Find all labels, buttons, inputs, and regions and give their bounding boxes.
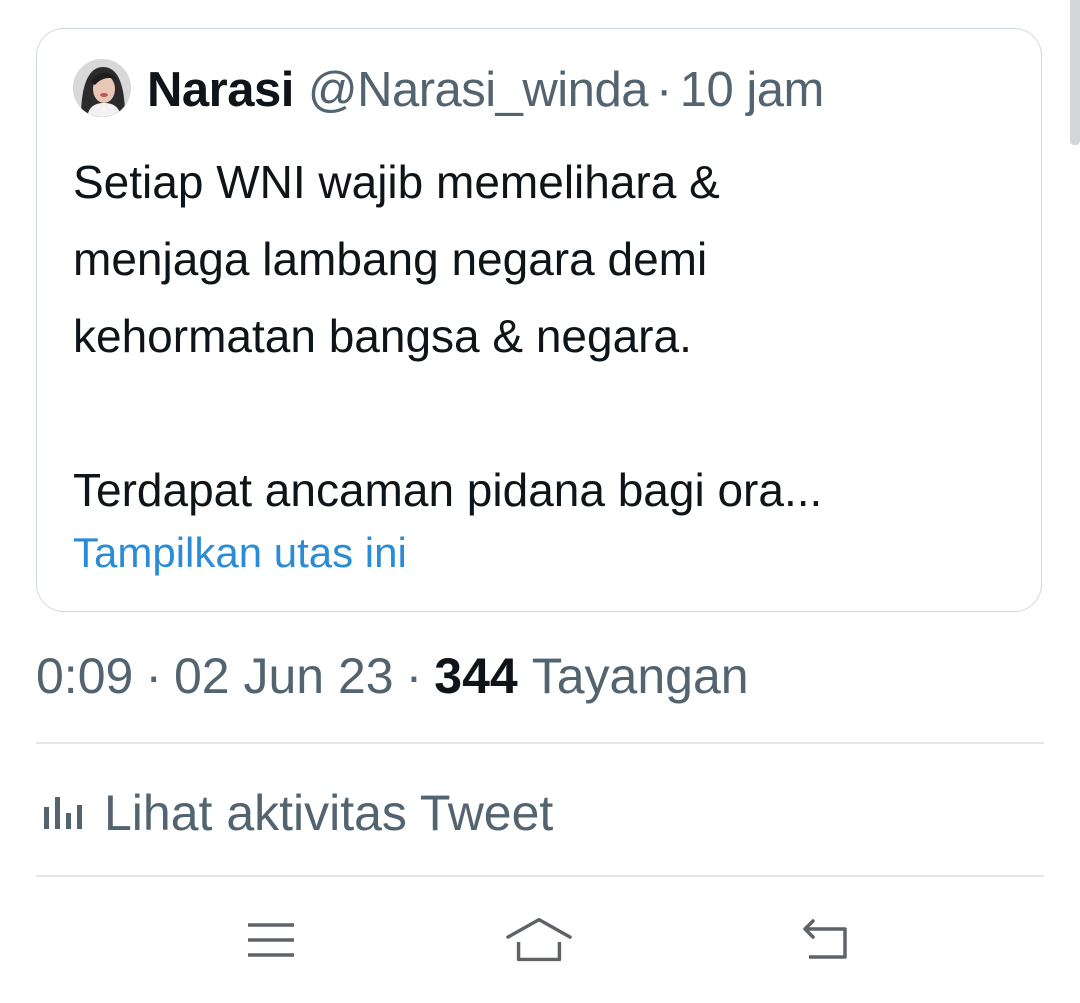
divider — [36, 875, 1044, 877]
nav-home-button[interactable] — [504, 910, 574, 970]
display-name[interactable]: Narasi — [147, 62, 294, 118]
views-label: Tayangan — [531, 648, 749, 704]
views-count: 344 — [434, 648, 518, 704]
activity-label: Lihat aktivitas Tweet — [104, 785, 554, 841]
avatar[interactable] — [73, 59, 131, 117]
separator-dot: · — [405, 648, 423, 704]
tweet-text-truncated: Terdapat ancaman pidana bagi ora... — [73, 464, 823, 516]
view-tweet-activity-button[interactable]: Lihat aktivitas Tweet — [40, 780, 553, 846]
bar-chart-icon — [44, 797, 82, 829]
avatar-image — [73, 59, 131, 117]
tweet-date[interactable]: 02 Jun 23 — [174, 647, 394, 705]
tweet-text-line: Setiap WNI wajib memelihara & — [73, 156, 720, 208]
nav-back-button[interactable] — [790, 910, 860, 970]
user-handle[interactable]: @Narasi_winda — [308, 62, 649, 118]
scrollbar[interactable] — [1070, 0, 1080, 145]
home-icon — [506, 917, 572, 962]
nav-menu-button[interactable] — [236, 910, 306, 970]
back-icon — [803, 919, 847, 959]
tweet-text-line: menjaga lambang negara demi — [73, 233, 708, 285]
quoted-tweet-card[interactable]: Narasi @Narasi_winda · 10 jam Setiap WNI… — [36, 28, 1042, 612]
menu-icon — [248, 923, 294, 957]
tweet-text-line: kehormatan bangsa & negara. — [73, 310, 692, 362]
show-thread-link[interactable]: Tampilkan utas ini — [73, 529, 407, 577]
separator-dot: · — [145, 648, 162, 704]
tweet-meta: 0:09 · 02 Jun 23 · 344 Tayangan — [36, 645, 749, 707]
tweet-time[interactable]: 10 jam — [680, 62, 825, 118]
quoted-tweet-header: Narasi @Narasi_winda · 10 jam — [147, 59, 824, 121]
quoted-tweet-text: Setiap WNI wajib memelihara & menjaga la… — [73, 144, 1033, 529]
tweet-timestamp[interactable]: 0:09 — [36, 647, 133, 705]
divider — [36, 742, 1044, 744]
separator-dot: · — [655, 63, 672, 117]
